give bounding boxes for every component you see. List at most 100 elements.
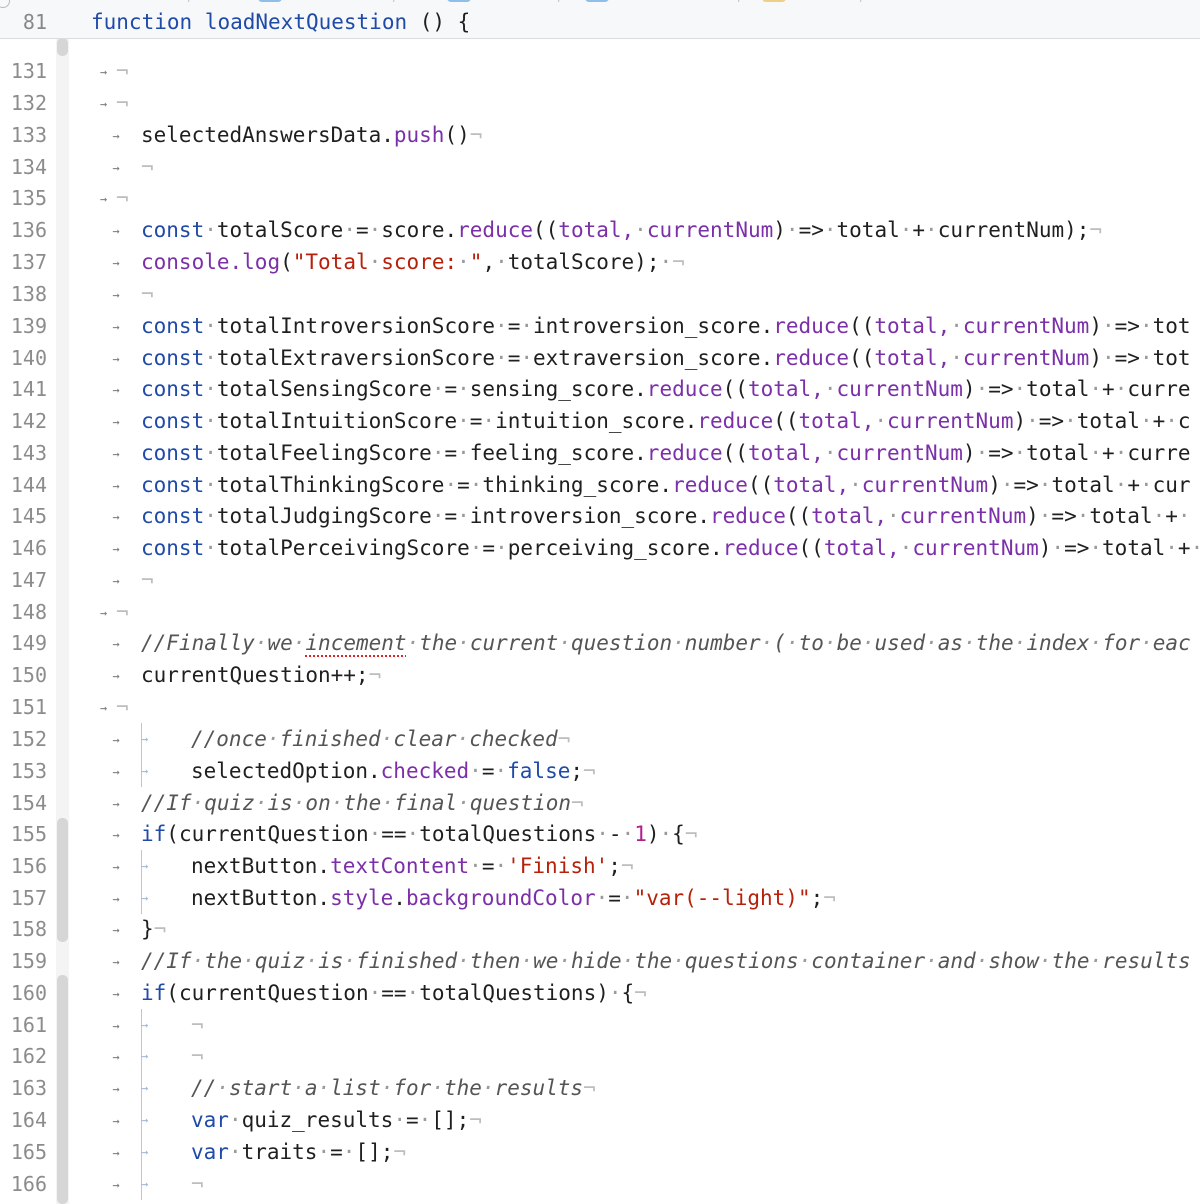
code-line[interactable]: 157 nextButton.style.backgroundColor·=·"… — [0, 882, 1200, 914]
breadcrumb-folder-icon[interactable] — [447, 0, 471, 2]
code-line[interactable]: 140 const·totalExtraversionScore·=·extra… — [0, 342, 1200, 374]
code-content[interactable]: const·totalJudgingScore·=·introversion_s… — [91, 500, 1191, 533]
code-line[interactable]: 155 if(currentQuestion·==·totalQuestions… — [0, 818, 1200, 850]
code-content[interactable]: if(currentQuestion·==·totalQuestions·-·1… — [91, 818, 697, 851]
code-line[interactable]: 153 selectedOption.checked·=·false; — [0, 755, 1200, 787]
fold-marker[interactable] — [57, 975, 68, 1204]
code-content[interactable] — [91, 564, 154, 597]
breadcrumb-function-icon[interactable] — [585, 0, 609, 2]
code-content[interactable] — [91, 1168, 204, 1201]
code-line[interactable]: 134 — [0, 151, 1200, 183]
code-content[interactable] — [91, 182, 129, 215]
code-line[interactable]: 163 //·start·a·list·for·the·results — [0, 1072, 1200, 1104]
code-line[interactable]: 132 — [0, 87, 1200, 119]
code-content[interactable] — [91, 596, 129, 629]
code-line[interactable]: 142 const·totalIntuitionScore·=·intuitio… — [0, 405, 1200, 437]
code-line[interactable]: 166 — [0, 1168, 1200, 1200]
line-number: 146 — [10, 536, 47, 560]
code-line[interactable]: 131 — [0, 55, 1200, 87]
line-number: 139 — [10, 314, 47, 338]
line-number: 138 — [10, 282, 47, 306]
code-content[interactable]: const·totalThinkingScore·=·thinking_scor… — [91, 469, 1191, 502]
warning-icon[interactable] — [762, 0, 786, 2]
line-number: 153 — [10, 759, 47, 783]
code-line[interactable]: 136 const·totalScore·=·score.reduce((tot… — [0, 214, 1200, 246]
code-content[interactable] — [91, 1009, 204, 1042]
line-number: 165 — [10, 1140, 47, 1164]
code-content[interactable] — [91, 55, 129, 88]
code-content[interactable] — [91, 87, 129, 120]
code-content[interactable]: var·quiz_results·=·[]; — [91, 1104, 482, 1137]
code-content[interactable]: console.log("Total·score:·",·totalScore)… — [91, 246, 685, 279]
line-number: 147 — [10, 568, 47, 592]
code-line[interactable]: 145 const·totalJudgingScore·=·introversi… — [0, 500, 1200, 532]
code-line[interactable]: 161 — [0, 1009, 1200, 1041]
code-line[interactable]: 151 — [0, 691, 1200, 723]
line-number: 159 — [10, 949, 47, 973]
code-content[interactable]: //·start·a·list·for·the·results — [91, 1072, 596, 1105]
code-content[interactable]: const·totalIntuitionScore·=·intuition_sc… — [91, 405, 1191, 438]
sticky-scope-header[interactable]: 81 function loadNextQuestion () { — [0, 0, 1200, 39]
line-number: 156 — [10, 854, 47, 878]
code-content[interactable]: //If·the·quiz·is·finished·then·we·hide·t… — [91, 945, 1191, 978]
code-line[interactable]: 159 //If·the·quiz·is·finished·then·we·hi… — [0, 945, 1200, 977]
code-line[interactable]: 156 nextButton.textContent·=·'Finish'; — [0, 850, 1200, 882]
code-line[interactable]: 150 currentQuestion++; — [0, 659, 1200, 691]
function-name: loadNextQuestion — [204, 10, 408, 34]
signature-rest: () { — [407, 10, 471, 34]
fold-marker[interactable] — [57, 38, 68, 56]
code-line[interactable]: 154 //If·quiz·is·on·the·final·question — [0, 787, 1200, 819]
code-content[interactable]: const·totalPerceivingScore·=·perceiving_… — [91, 532, 1200, 565]
code-line[interactable]: 141 const·totalSensingScore·=·sensing_sc… — [0, 373, 1200, 405]
code-content[interactable]: currentQuestion++; — [91, 659, 381, 692]
line-number: 140 — [10, 346, 47, 370]
code-content[interactable]: //once·finished·clear·checked — [91, 723, 570, 756]
code-content[interactable]: selectedOption.checked·=·false; — [91, 755, 596, 788]
line-number: 155 — [10, 822, 47, 846]
code-line[interactable]: 138 — [0, 278, 1200, 310]
fold-marker[interactable] — [57, 818, 68, 942]
code-line[interactable]: 147 — [0, 564, 1200, 596]
code-line[interactable]: 165 var·traits·=·[]; — [0, 1136, 1200, 1168]
sticky-line-number: 81 — [22, 10, 47, 34]
code-line[interactable]: 148 — [0, 596, 1200, 628]
code-line[interactable]: 139 const·totalIntroversionScore·=·intro… — [0, 310, 1200, 342]
code-content[interactable]: const·totalSensingScore·=·sensing_score.… — [91, 373, 1191, 406]
code-line[interactable]: 144 const·totalThinkingScore·=·thinking_… — [0, 469, 1200, 501]
code-content[interactable]: //Finally·we·incement·the·current·questi… — [91, 627, 1191, 660]
code-content[interactable] — [91, 1040, 204, 1073]
code-line[interactable]: 158 } — [0, 913, 1200, 945]
code-line[interactable]: 162 — [0, 1040, 1200, 1072]
code-content[interactable]: nextButton.textContent·=·'Finish'; — [91, 850, 634, 883]
code-content[interactable]: const·totalScore·=·score.reduce((total,·… — [91, 214, 1102, 247]
code-content[interactable]: //If·quiz·is·on·the·final·question — [91, 787, 584, 820]
line-number: 141 — [10, 377, 47, 401]
code-line[interactable]: 135 — [0, 182, 1200, 214]
code-line[interactable]: 137 console.log("Total·score:·",·totalSc… — [0, 246, 1200, 278]
code-editor[interactable]: 81 function loadNextQuestion () { 130 } … — [0, 0, 1200, 1204]
code-line[interactable]: 146 const·totalPerceivingScore·=·perceiv… — [0, 532, 1200, 564]
code-line[interactable]: 133 selectedAnswersData.push() — [0, 119, 1200, 151]
code-content[interactable]: var·traits·=·[]; — [91, 1136, 406, 1169]
breadcrumb-file-icon[interactable] — [258, 0, 282, 2]
code-line[interactable]: 143 const·totalFeelingScore·=·feeling_sc… — [0, 437, 1200, 469]
code-content[interactable] — [91, 151, 154, 184]
code-line[interactable]: 164 var·quiz_results·=·[]; — [0, 1104, 1200, 1136]
code-line[interactable]: 152 //once·finished·clear·checked — [0, 723, 1200, 755]
line-number: 149 — [10, 631, 47, 655]
code-line[interactable]: 160 if(currentQuestion·==·totalQuestions… — [0, 977, 1200, 1009]
code-content[interactable]: selectedAnswersData.push() — [91, 119, 482, 152]
code-content[interactable]: if(currentQuestion·==·totalQuestions)·{ — [91, 977, 647, 1010]
code-content[interactable]: const·totalIntroversionScore·=·introvers… — [91, 310, 1191, 343]
code-content[interactable]: const·totalExtraversionScore·=·extravers… — [91, 342, 1191, 375]
line-number: 132 — [10, 91, 47, 115]
code-content[interactable]: nextButton.style.backgroundColor·=·"var(… — [91, 882, 836, 915]
line-number: 135 — [10, 186, 47, 210]
code-content[interactable]: const·totalFeelingScore·=·feeling_score.… — [91, 437, 1191, 470]
code-line[interactable]: 149 //Finally·we·incement·the·current·qu… — [0, 627, 1200, 659]
sticky-function-signature[interactable]: function loadNextQuestion () { — [91, 8, 470, 36]
code-content[interactable]: } — [91, 913, 166, 946]
code-content[interactable] — [91, 691, 129, 724]
code-content[interactable] — [91, 278, 154, 311]
spelling-error[interactable]: incement — [305, 631, 406, 655]
